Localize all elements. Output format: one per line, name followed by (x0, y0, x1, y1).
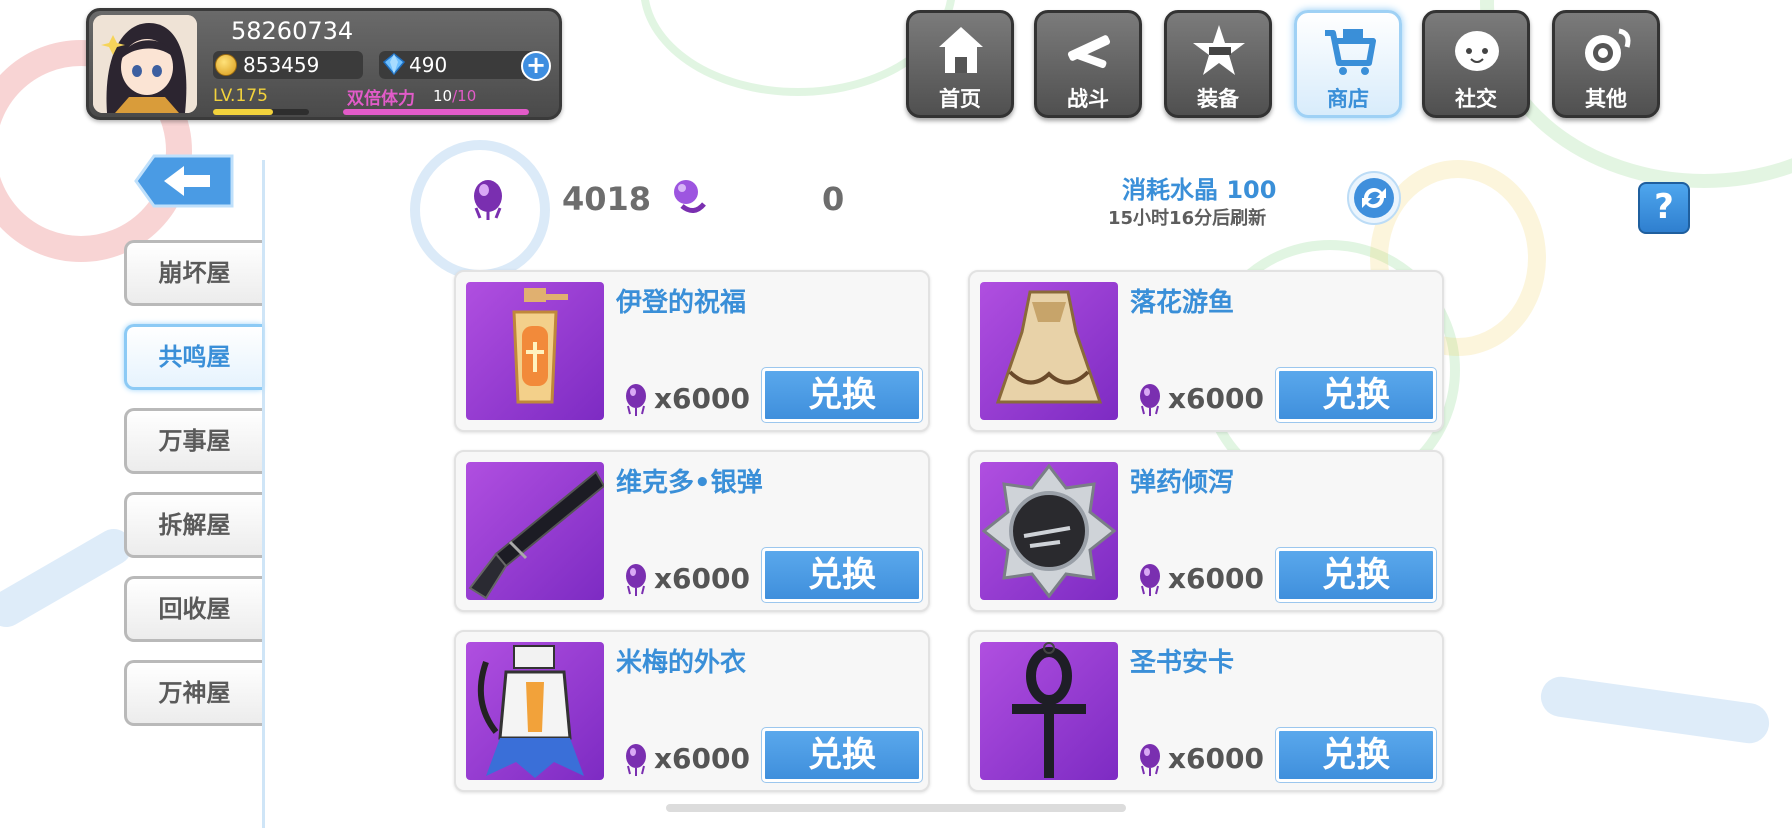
item-name: 落花游鱼 (1130, 288, 1235, 318)
item-name: 维克多•银弹 (616, 468, 763, 498)
shop-item-card: 维克多•银弹 x6000 兑换 (454, 450, 930, 612)
gem-amount: 490 (409, 53, 448, 77)
item-price: x6000 (654, 382, 750, 415)
equipment-icon (1193, 25, 1245, 75)
stamina-label: 双倍体力 (347, 89, 415, 109)
item-name: 圣书安卡 (1130, 648, 1235, 678)
nav-shop-button[interactable]: 商店 (1294, 10, 1402, 118)
nav-equipment-label: 装备 (1197, 87, 1239, 111)
resonance-crystal-icon (626, 384, 646, 416)
sidebar-tab-huishou[interactable]: 回收屋 (124, 576, 262, 642)
gun-icon (468, 470, 604, 600)
shop-item-card: 米梅的外衣 x6000 兑换 (454, 630, 930, 792)
nav-equipment-button[interactable]: 装备 (1164, 10, 1272, 118)
player-info-panel: 58260734 853459 490 + LV.175 双倍体力 10/10 (86, 8, 562, 120)
resonance-crystal-icon (1140, 744, 1160, 776)
nav-home-button[interactable]: 首页 (906, 10, 1014, 118)
stamina-max: /10 (452, 87, 477, 105)
battle-icon (1067, 35, 1111, 69)
sidebar-tab-chaijie[interactable]: 拆解屋 (124, 492, 262, 558)
costume-icon (477, 645, 584, 778)
lantern-icon (512, 288, 568, 404)
refresh-button[interactable] (1346, 170, 1402, 226)
shop-item-card: 圣书安卡 x6000 兑换 (968, 630, 1444, 792)
shop-item-card: 落花游鱼 x6000 兑换 (968, 270, 1444, 432)
sidebar-tab-benghuai[interactable]: 崩坏屋 (124, 240, 262, 306)
scrollbar[interactable] (666, 804, 1126, 812)
redeem-button[interactable]: 兑换 (1275, 547, 1437, 603)
settings-icon (1585, 28, 1631, 71)
nav-other-button[interactable]: 其他 (1552, 10, 1660, 118)
ankh-icon (1012, 642, 1086, 778)
social-icon (1455, 31, 1499, 71)
nav-home-label: 首页 (939, 87, 981, 111)
redeem-button[interactable]: 兑换 (1275, 727, 1437, 783)
shop-item-card: 弹药倾泻 x6000 兑换 (968, 450, 1444, 612)
nav-social-label: 社交 (1455, 87, 1497, 111)
nav-battle-button[interactable]: 战斗 (1034, 10, 1142, 118)
refresh-countdown: 15小时16分后刷新 (1108, 208, 1267, 229)
resonance-crystal-icon (474, 180, 502, 220)
help-button[interactable]: ? (1638, 182, 1690, 234)
player-avatar[interactable] (93, 15, 197, 113)
stamina-bar-fill (343, 109, 529, 115)
resonance-crystal-icon (626, 564, 646, 596)
resonance-crystal-icon (1140, 564, 1160, 596)
house-icon (939, 27, 983, 73)
item-name: 米梅的外衣 (616, 648, 747, 678)
item-image[interactable] (466, 642, 604, 780)
background-band (0, 522, 139, 634)
shop-item-card: 伊登的祝福 x6000 兑换 (454, 270, 930, 432)
refresh-cost: 消耗水晶 100 (1122, 176, 1277, 204)
player-level: LV.175 (213, 86, 268, 106)
stamina-value: 10/10 (433, 87, 476, 105)
resonance-crystal-count: 4018 (562, 180, 652, 218)
resonance-orb-count: 0 (822, 180, 845, 218)
item-name: 伊登的祝福 (616, 288, 747, 318)
gem-display: 490 (379, 51, 539, 79)
back-button[interactable] (134, 152, 236, 210)
dress-icon (995, 290, 1103, 404)
diamond-icon (383, 53, 405, 75)
item-image[interactable] (980, 642, 1118, 780)
gold-amount: 853459 (243, 53, 320, 77)
redeem-button[interactable]: 兑换 (761, 367, 923, 423)
sidebar-tab-wanshen[interactable]: 万神屋 (124, 660, 262, 726)
resonance-orb-icon (674, 180, 706, 213)
item-price: x6000 (1168, 742, 1264, 775)
item-image[interactable] (466, 282, 604, 420)
resonance-crystal-icon (1140, 384, 1160, 416)
nav-social-button[interactable]: 社交 (1422, 10, 1530, 118)
redeem-button[interactable]: 兑换 (1275, 367, 1437, 423)
item-price: x6000 (654, 742, 750, 775)
sidebar-tab-wanshi[interactable]: 万事屋 (124, 408, 262, 474)
badge-icon (981, 463, 1117, 599)
add-gems-button[interactable]: + (521, 51, 551, 81)
stamina-bar (343, 109, 529, 115)
item-name: 弹药倾泻 (1130, 468, 1235, 498)
stamina-current: 10 (433, 87, 453, 105)
resonance-crystal-icon (626, 744, 646, 776)
item-price: x6000 (1168, 382, 1264, 415)
nav-other-label: 其他 (1585, 87, 1627, 111)
item-price: x6000 (654, 562, 750, 595)
sidebar-divider (262, 160, 265, 828)
redeem-button[interactable]: 兑换 (761, 727, 923, 783)
nav-shop-label: 商店 (1327, 87, 1369, 111)
nav-battle-label: 战斗 (1067, 87, 1109, 111)
redeem-button[interactable]: 兑换 (761, 547, 923, 603)
item-image[interactable] (980, 462, 1118, 600)
item-image[interactable] (980, 282, 1118, 420)
exp-bar (213, 109, 309, 115)
gold-display: 853459 (213, 51, 363, 79)
exp-bar-fill (213, 109, 273, 115)
shop-basket-icon (1325, 29, 1376, 75)
sidebar-tab-gongming[interactable]: 共鸣屋 (124, 324, 262, 390)
player-id: 58260734 (231, 17, 354, 45)
background-band (1538, 674, 1772, 746)
item-image[interactable] (466, 462, 604, 600)
item-price: x6000 (1168, 562, 1264, 595)
gold-coin-icon (215, 54, 237, 76)
